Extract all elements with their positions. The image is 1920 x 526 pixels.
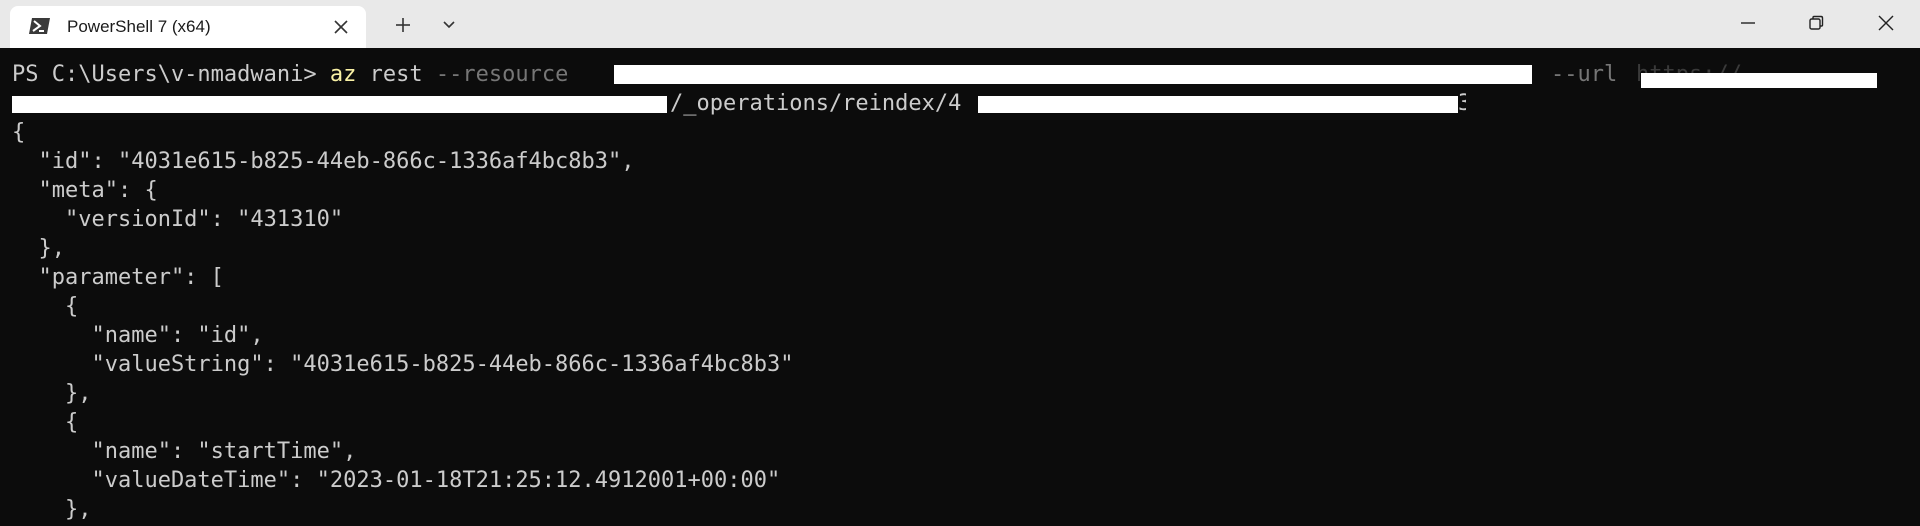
output-line: "versionId": "431310" <box>12 207 344 232</box>
resource-flag: --resource <box>435 62 569 87</box>
redacted-operation-id <box>978 96 1458 113</box>
close-window-button[interactable] <box>1852 0 1920 46</box>
terminal-window: PowerShell 7 (x64) PS C:\Users\v-nmadwan… <box>0 0 1920 526</box>
command-name: az <box>329 62 357 87</box>
output-line: }, <box>12 381 92 406</box>
new-tab-button[interactable] <box>388 10 418 40</box>
minimize-button[interactable] <box>1714 0 1782 46</box>
reindex-path: /_operations/reindex/4 <box>670 91 962 116</box>
terminal-output[interactable]: PS C:\Users\v-nmadwani> az rest --resour… <box>0 48 1920 526</box>
redacted-resource <box>614 65 1532 84</box>
close-icon <box>1878 15 1894 31</box>
command-subcommand: rest <box>356 62 436 87</box>
chevron-down-icon <box>443 21 455 29</box>
output-line: }, <box>12 236 65 261</box>
output-line: { <box>12 294 79 319</box>
output-line: "valueString": "4031e615-b825-44eb-866c-… <box>12 352 794 377</box>
output-line: "meta": { <box>12 178 158 203</box>
output-line: "name": "id", <box>12 323 264 348</box>
title-bar[interactable]: PowerShell 7 (x64) <box>0 0 1920 48</box>
output-line: "name": "startTime", <box>12 439 357 464</box>
path-end: 3 <box>1458 91 1466 116</box>
url-flag-line: --url <box>1551 60 1617 89</box>
output-line: { <box>12 120 26 145</box>
output-line: "parameter": [ <box>12 265 224 290</box>
close-tab-button[interactable] <box>328 14 354 40</box>
tab-title: PowerShell 7 (x64) <box>67 17 211 36</box>
tab-powershell[interactable]: PowerShell 7 (x64) <box>10 6 366 48</box>
output-line: { <box>12 410 79 435</box>
output-line: "id": "4031e615-b825-44eb-866c-1336af4bc… <box>12 149 635 174</box>
command-line: PS C:\Users\v-nmadwani> az rest --resour… <box>12 60 568 89</box>
close-icon <box>334 20 348 34</box>
minimize-icon <box>1741 22 1755 24</box>
prompt: PS C:\Users\v-nmadwani> <box>12 62 330 87</box>
redacted-url-continuation <box>12 96 667 113</box>
output-line: }, <box>12 497 92 522</box>
redacted-url <box>1641 73 1877 88</box>
tab-dropdown-button[interactable] <box>434 10 464 40</box>
url-flag: --url <box>1551 62 1618 87</box>
plus-icon <box>396 18 410 32</box>
output-line: "valueDateTime": "2023-01-18T21:25:12.49… <box>12 468 781 493</box>
powershell-icon <box>29 16 51 36</box>
maximize-icon <box>1809 15 1824 30</box>
maximize-button[interactable] <box>1782 0 1850 46</box>
